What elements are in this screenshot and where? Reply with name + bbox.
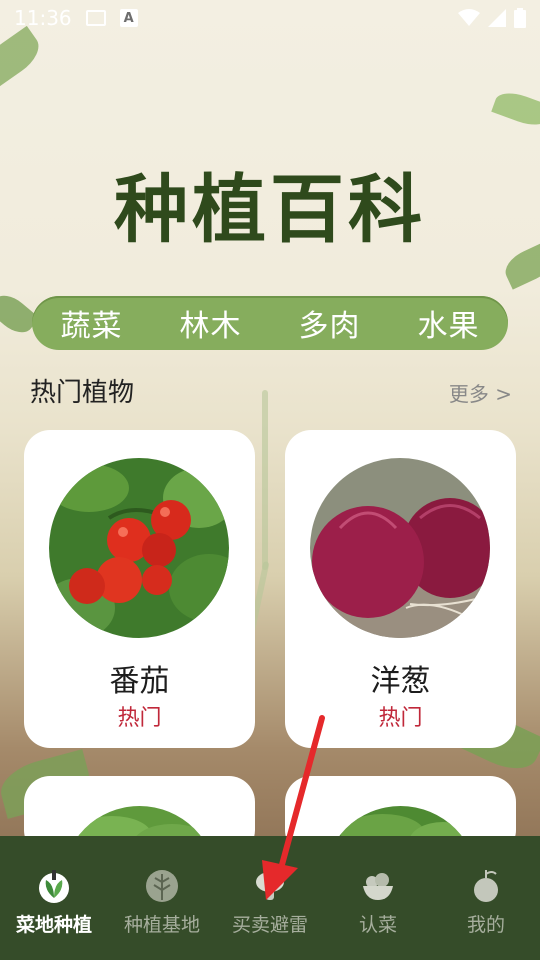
nav-label: 我的 [466, 914, 505, 936]
plant-tag: 热门 [117, 706, 162, 731]
nav-item-garden[interactable]: 菜地种植 [0, 866, 108, 937]
nav-item-profile[interactable]: 我的 [432, 866, 540, 937]
more-link[interactable]: 更多 > [449, 378, 512, 407]
category-succulent[interactable]: 多肉 [299, 301, 361, 345]
profile-icon [466, 866, 506, 906]
page-title: 种植百科 [114, 167, 426, 253]
battery-icon [514, 8, 526, 28]
category-vegetable[interactable]: 蔬菜 [61, 301, 123, 345]
plant-card-onion[interactable]: 洋葱 热门 [285, 430, 516, 748]
tree-icon [142, 866, 182, 906]
wifi-icon [458, 9, 480, 26]
nav-item-identify[interactable]: 认菜 [324, 866, 432, 937]
nav-item-trade-warning[interactable]: 买卖避雷 [216, 866, 324, 937]
a-icon: A [119, 9, 138, 27]
bottom-nav: 菜地种植 种植基地 买卖避雷 认菜 我的 [0, 836, 540, 960]
garden-icon [34, 866, 74, 906]
signal-icon [488, 9, 506, 27]
nav-label: 种植基地 [123, 914, 200, 936]
status-time: 11:36 [14, 6, 72, 30]
nav-label: 买卖避雷 [231, 914, 308, 936]
plant-card-tomato[interactable]: 番茄 热门 [24, 430, 255, 748]
onion-image [310, 458, 490, 638]
section-title: 热门植物 [30, 378, 135, 408]
plant-tag: 热门 [378, 706, 423, 731]
image-icon [85, 10, 106, 26]
mushroom-icon [250, 866, 290, 906]
nav-label: 菜地种植 [15, 914, 92, 936]
status-bar: 11:36 A [0, 0, 540, 36]
nav-item-base[interactable]: 种植基地 [108, 866, 216, 937]
tomato-image [49, 458, 229, 638]
category-bar: 蔬菜 林木 多肉 水果 [32, 296, 508, 350]
category-fruit[interactable]: 水果 [418, 301, 480, 345]
plant-name: 洋葱 [370, 664, 431, 699]
background-leaf [491, 87, 540, 131]
background-stem [262, 390, 268, 570]
nav-label: 认菜 [358, 914, 397, 936]
vegetable-bowl-icon [358, 866, 398, 906]
plant-name: 番茄 [109, 664, 170, 699]
category-forest[interactable]: 林木 [180, 301, 242, 345]
